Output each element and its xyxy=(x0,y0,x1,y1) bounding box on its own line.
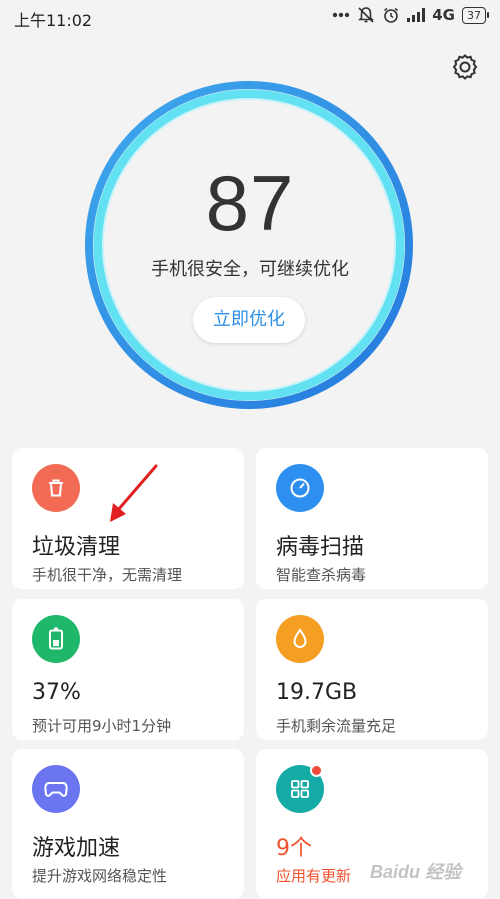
gamepad-icon xyxy=(32,765,80,813)
card-subtitle: 应用有更新 xyxy=(276,867,352,885)
battery-icon: 37 xyxy=(462,6,489,24)
battery-icon xyxy=(32,615,80,663)
score-message: 手机很安全，可继续优化 xyxy=(151,259,349,280)
card-title: 37% xyxy=(32,680,81,705)
card-title: 19.7GB xyxy=(276,680,358,705)
trash-icon xyxy=(32,464,80,512)
status-icons: 4G 37 xyxy=(332,6,489,24)
mute-icon xyxy=(357,6,375,24)
optimize-now-button[interactable]: 立即优化 xyxy=(193,297,305,343)
card-subtitle: 手机很干净，无需清理 xyxy=(32,566,183,584)
card-title: 病毒扫描 xyxy=(276,535,365,560)
card-subtitle: 预计可用9小时1分钟 xyxy=(32,717,172,735)
battery-level: 37 xyxy=(467,8,481,22)
annotation-arrow-icon xyxy=(110,464,158,522)
card-title: 垃圾清理 xyxy=(32,535,121,560)
settings-gear-icon[interactable] xyxy=(451,53,479,81)
baidu-watermark: Baidu 经验 xyxy=(370,862,462,882)
scan-gauge-icon xyxy=(276,464,324,512)
card-subtitle: 提升游戏网络稳定性 xyxy=(32,867,168,885)
security-score: 87 xyxy=(205,159,295,247)
signal-icon xyxy=(407,8,426,22)
update-badge-dot xyxy=(310,764,323,777)
card-title: 游戏加速 xyxy=(32,836,121,861)
data-drop-icon xyxy=(276,615,324,663)
status-bar: 上午11:02 4G 37 xyxy=(0,0,500,34)
status-time: 上午11:02 xyxy=(14,11,93,30)
card-subtitle: 智能查杀病毒 xyxy=(276,566,367,584)
card-data-usage[interactable]: 19.7GB 手机剩余流量充足 xyxy=(256,599,488,740)
network-4g-icon: 4G xyxy=(432,6,455,24)
card-battery[interactable]: 37% 预计可用9小时1分钟 xyxy=(12,599,244,740)
card-title: 9个 xyxy=(276,836,312,861)
alarm-icon xyxy=(382,6,400,24)
card-game-boost[interactable]: 游戏加速 提升游戏网络稳定性 xyxy=(12,749,244,899)
more-dots-icon xyxy=(332,12,350,18)
card-subtitle: 手机剩余流量充足 xyxy=(276,717,397,735)
card-virus-scan[interactable]: 病毒扫描 智能查杀病毒 xyxy=(256,448,488,589)
